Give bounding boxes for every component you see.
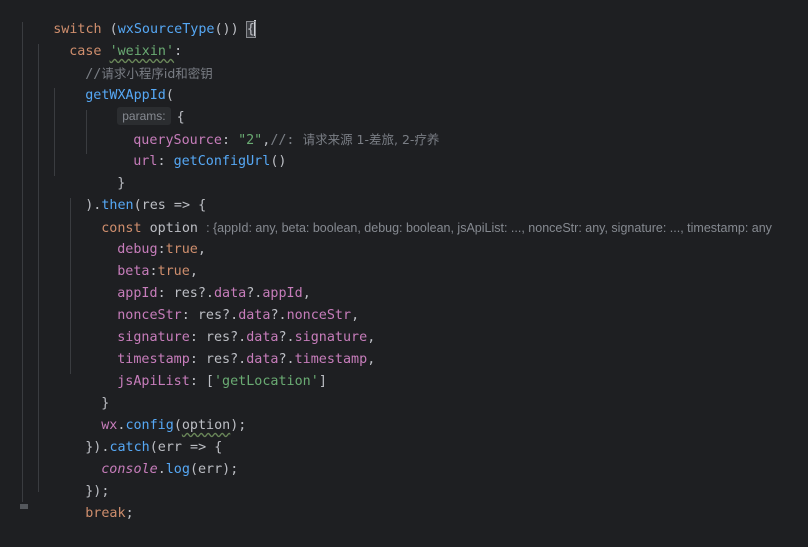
code-line-then[interactable]: ).then(res => { <box>53 173 206 213</box>
code-line-url[interactable]: url: getConfigUrl() <box>101 129 286 169</box>
code-editor[interactable]: switch (wxSourceType()) { case 'weixin':… <box>0 0 808 521</box>
code-line-case[interactable]: case 'weixin': <box>37 19 182 59</box>
code-line-noncestr[interactable]: nonceStr: res?.data?.nonceStr, <box>85 283 359 323</box>
fold-marker-icon[interactable] <box>20 504 28 509</box>
code-line-break[interactable]: break; <box>53 481 133 521</box>
code-line-querysource[interactable]: querySource: "2",//: 请求来源 1-差旅, 2-疗养 <box>101 107 439 148</box>
method-name: log <box>165 462 190 477</box>
code-line-const-option[interactable]: const option : {appId: any, beta: boolea… <box>69 195 772 236</box>
code-line-comment[interactable]: //请求小程序id和密钥 <box>53 41 213 82</box>
code-line-signature[interactable]: signature: res?.data?.signature, <box>85 305 375 345</box>
code-line-close-brace[interactable]: } <box>85 151 125 191</box>
inferred-type-hint: : {appId: any, beta: boolean, debug: boo… <box>206 221 772 235</box>
indent-guide <box>22 22 23 502</box>
code-line-getwxappid[interactable]: getWXAppId( <box>53 63 174 103</box>
function-name: getConfigUrl <box>173 154 271 169</box>
text-caret <box>253 20 256 36</box>
code-line-close-brace[interactable]: } <box>69 371 109 411</box>
code-line-switch[interactable]: switch (wxSourceType()) { <box>21 0 256 38</box>
property-name: jsApiList <box>117 374 190 389</box>
property-name: url <box>133 154 158 169</box>
indent-guide <box>38 44 39 492</box>
code-line-wx-config[interactable]: wx.config(option); <box>69 393 246 433</box>
code-line-jsapilist[interactable]: jsApiList: ['getLocation'] <box>85 349 327 389</box>
comment-text: 请求来源 1-差旅, 2-疗养 <box>302 132 440 147</box>
keyword-break: break <box>85 506 126 521</box>
code-line-appid[interactable]: appId: res?.data?.appId, <box>85 261 311 301</box>
code-line-timestamp[interactable]: timestamp: res?.data?.timestamp, <box>85 327 375 367</box>
code-line-console-log[interactable]: console.log(err); <box>69 437 238 477</box>
code-line-catch[interactable]: }).catch(err => { <box>53 415 222 455</box>
code-line-debug[interactable]: debug:true, <box>85 217 206 257</box>
string-literal: 'getLocation' <box>214 374 319 389</box>
object-name: console <box>101 462 158 477</box>
code-line-close-paren[interactable]: }); <box>53 459 109 499</box>
code-line-params[interactable]: params:{ <box>85 85 185 125</box>
code-line-beta[interactable]: beta:true, <box>85 239 198 279</box>
